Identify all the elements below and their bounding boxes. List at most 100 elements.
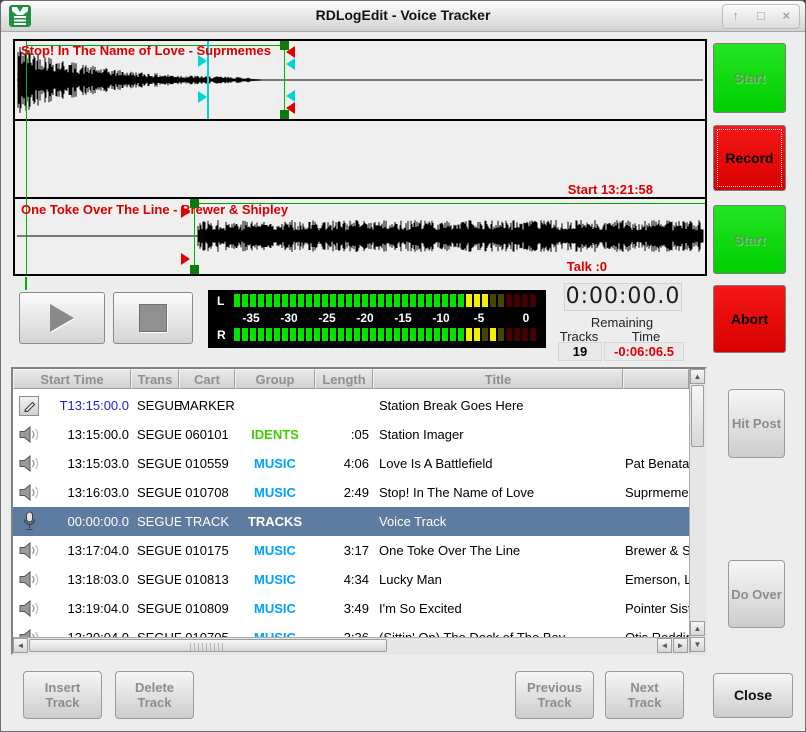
log-row[interactable]: T13:15:00.0SEGUEMARKERStation Break Goes… (13, 391, 689, 420)
delete-track-button[interactable]: Delete Track (115, 671, 194, 719)
meter-segment (258, 328, 264, 341)
scroll-up2-icon[interactable]: ▲ (690, 621, 705, 636)
fade-marker-top-icon[interactable] (286, 46, 295, 58)
meter-segment (434, 328, 440, 341)
log-row[interactable]: 13:18:03.0SEGUE010813MUSIC4:34Lucky ManE… (13, 565, 689, 594)
scroll-right-icon[interactable]: ► (673, 638, 688, 653)
tracks-remaining-value: 19 (558, 342, 602, 361)
column-header-trans[interactable]: Trans (131, 369, 179, 389)
waveform-panel[interactable]: Stop! In The Name of Love - Suprmemes St… (13, 39, 707, 276)
meter-bar-right (234, 328, 542, 341)
track2-start-bottom-handle[interactable] (190, 265, 199, 274)
hit-post-button[interactable]: Hit Post (728, 389, 785, 458)
meter-right-label: R (217, 328, 226, 342)
horizontal-scrollbar[interactable]: ◄ ◄ ► (13, 637, 689, 653)
segue-marker-top-icon[interactable] (286, 58, 295, 70)
cell-artist (625, 507, 689, 536)
meter-segment (266, 294, 272, 307)
column-header-blank[interactable] (623, 369, 689, 389)
voice-tracker-window: RDLogEdit - Voice Tracker ↑ □ × Stop! In… (0, 0, 806, 732)
meter-segment (514, 294, 520, 307)
meter-segment (346, 294, 352, 307)
cell-group: MUSIC (235, 594, 315, 623)
meter-segment (450, 294, 456, 307)
column-header-length[interactable]: Length (315, 369, 373, 389)
window-controls: ↑ □ × (722, 4, 800, 29)
track2-cue-top-icon[interactable] (181, 206, 190, 218)
log-row[interactable]: 13:17:04.0SEGUE010175MUSIC3:17One Toke O… (13, 536, 689, 565)
previous-track-button[interactable]: Previous Track (515, 671, 594, 719)
maximize-icon[interactable]: □ (748, 5, 773, 28)
track1-title: Stop! In The Name of Love - Suprmemes (21, 43, 271, 58)
start-record-button[interactable]: Start (713, 43, 786, 113)
insert-track-button[interactable]: Insert Track (23, 671, 102, 719)
log-row[interactable]: 13:15:03.0SEGUE010559MUSIC4:06Love Is A … (13, 449, 689, 478)
horizontal-scroll-thumb[interactable] (29, 639, 387, 652)
cell-trans: SEGUE (137, 623, 181, 637)
meter-segment (242, 294, 248, 307)
meter-segment (442, 328, 448, 341)
cell-artist: Pointer Sisters (625, 594, 689, 623)
cell-length (313, 507, 369, 536)
cell-length: :05 (313, 420, 369, 449)
track2-cue-bottom-icon[interactable] (181, 253, 190, 265)
meter-scale-tick: 0 (523, 311, 530, 325)
meter-segment (434, 294, 440, 307)
scroll-left2-icon[interactable]: ◄ (657, 638, 672, 653)
close-window-icon[interactable]: × (774, 5, 799, 28)
log-row[interactable]: 13:16:03.0SEGUE010708MUSIC2:49Stop! In T… (13, 478, 689, 507)
cell-length: 3:49 (313, 594, 369, 623)
play-button[interactable] (19, 292, 105, 344)
track2-start-top-handle[interactable] (190, 199, 199, 208)
vertical-scroll-thumb[interactable] (691, 385, 704, 447)
log-row[interactable]: 13:20:04.0SEGUE010705MUSIC3:36(Sittin' O… (13, 623, 689, 637)
meter-segment (306, 294, 312, 307)
cell-trans: SEGUE (137, 594, 181, 623)
fade-marker-bottom-icon[interactable] (286, 102, 295, 114)
close-button[interactable]: Close (713, 673, 793, 718)
scroll-down-icon[interactable]: ▼ (690, 637, 705, 652)
shade-icon[interactable]: ↑ (723, 5, 748, 28)
log-rows: T13:15:00.0SEGUEMARKERStation Break Goes… (13, 369, 689, 637)
meter-segment (346, 328, 352, 341)
stop-button[interactable] (113, 292, 193, 344)
record-button[interactable]: Record (713, 125, 786, 191)
cell-title: Station Break Goes Here (379, 391, 623, 420)
log-row[interactable]: 13:15:00.0SEGUE060101IDENTS:05Station Im… (13, 420, 689, 449)
do-over-button[interactable]: Do Over (728, 560, 785, 628)
talk-marker-bottom-icon[interactable] (198, 91, 207, 103)
cell-trans: SEGUE (137, 507, 181, 536)
speaker-icon (15, 536, 43, 565)
scroll-left-icon[interactable]: ◄ (13, 638, 28, 653)
column-header-start-time[interactable]: Start Time (13, 369, 131, 389)
cell-cart: 010708 (179, 478, 235, 507)
cell-length: 3:36 (313, 623, 369, 637)
meter-segment (322, 328, 328, 341)
column-header-cart[interactable]: Cart (179, 369, 235, 389)
segue-marker-bottom-icon[interactable] (286, 90, 295, 102)
vertical-scrollbar[interactable]: ▲ ▲ ▼ (689, 369, 705, 653)
meter-segment (274, 328, 280, 341)
log-row[interactable]: 00:00:00.0SEGUETRACKTRACKSVoice Track (13, 507, 689, 536)
abort-button[interactable]: Abort (713, 285, 786, 353)
titlebar[interactable]: RDLogEdit - Voice Tracker ↑ □ × (1, 1, 805, 32)
meter-scale-tick: -30 (280, 311, 297, 325)
meter-segment (442, 294, 448, 307)
meter-segment (402, 328, 408, 341)
scroll-up-icon[interactable]: ▲ (690, 369, 705, 384)
talk-marker-top-icon[interactable] (198, 55, 207, 67)
meter-segment (290, 328, 296, 341)
start-next-button[interactable]: Start (713, 205, 786, 274)
column-header-title[interactable]: Title (373, 369, 623, 389)
speaker-icon (15, 449, 43, 478)
meter-segment (530, 328, 536, 341)
log-row[interactable]: 13:19:04.0SEGUE010809MUSIC3:49I'm So Exc… (13, 594, 689, 623)
speaker-icon (15, 478, 43, 507)
column-header-group[interactable]: Group (235, 369, 315, 389)
meter-segment (410, 294, 416, 307)
audio-meter: L R -35-30-25-20-15-10-50 (208, 290, 546, 348)
cell-cart: 010559 (179, 449, 235, 478)
next-track-button[interactable]: Next Track (605, 671, 684, 719)
cell-group: IDENTS (235, 420, 315, 449)
meter-segment (250, 294, 256, 307)
